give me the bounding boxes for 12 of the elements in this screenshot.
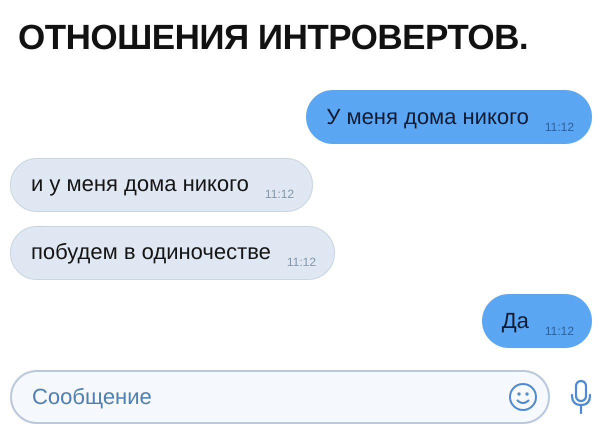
message-input-field[interactable]: Сообщение [10,370,550,424]
message-text: Да [502,308,529,335]
message-text: и у меня дома никого [31,171,249,198]
message-time: 11:12 [544,324,574,338]
message-text: У меня дома никого [326,104,529,131]
caption-title: ОТНОШЕНИЯ ИНТРОВЕРТОВ. [17,17,530,59]
message-time: 11:12 [264,187,294,201]
message-text: побудем в одиночестве [31,239,271,266]
emoji-icon[interactable] [508,382,538,412]
message-time: 11:12 [544,120,574,134]
message-time: 11:12 [286,255,316,269]
microphone-icon[interactable] [570,379,592,415]
